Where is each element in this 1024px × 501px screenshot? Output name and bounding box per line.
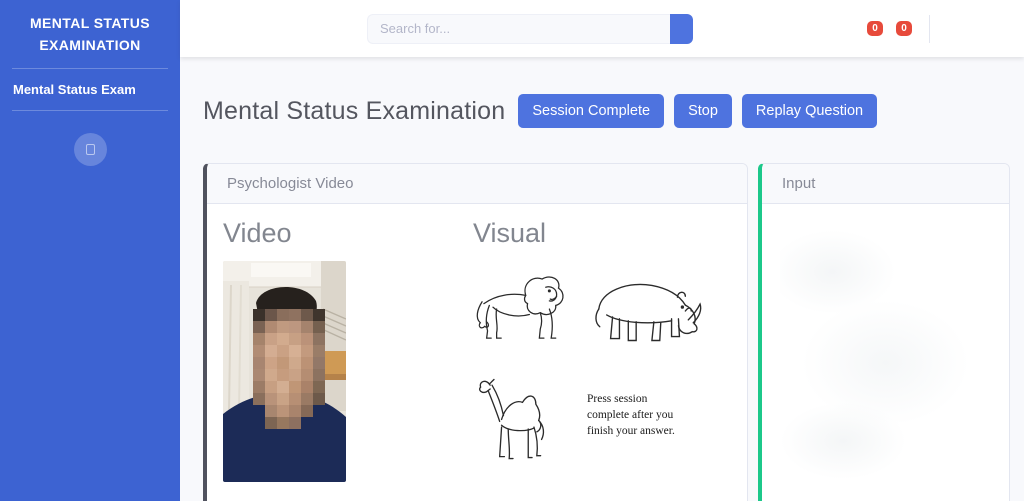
rhinoceros-drawing <box>587 267 705 355</box>
sidebar: MENTAL STATUS EXAMINATION Mental Status … <box>0 0 180 501</box>
video-section: Video <box>223 216 473 482</box>
sidebar-brand[interactable]: MENTAL STATUS EXAMINATION <box>0 0 180 68</box>
session-complete-button[interactable]: Session Complete <box>518 94 664 128</box>
app-window: MENTAL STATUS EXAMINATION Mental Status … <box>0 0 1024 501</box>
stop-button[interactable]: Stop <box>674 94 732 128</box>
input-card-header: Input <box>762 164 1009 204</box>
topbar: 0 0 <box>180 0 1024 57</box>
video-section-title: Video <box>223 218 473 249</box>
alerts-count-badge[interactable]: 0 <box>867 21 883 36</box>
visual-instruction-note: Press session complete after you finish … <box>587 391 679 465</box>
sidebar-toggle-area <box>0 111 180 166</box>
sidebar-toggle-button[interactable] <box>74 133 107 166</box>
camel-drawing <box>473 373 573 465</box>
page-content: Mental Status Examination Session Comple… <box>180 57 1024 501</box>
faint-input-preview <box>780 220 991 480</box>
square-outline-icon <box>86 144 95 155</box>
search-input[interactable] <box>367 14 670 44</box>
main-column: 0 0 Mental Status Examination Session Co… <box>180 0 1024 501</box>
lion-drawing <box>473 267 573 352</box>
webcam-video-frame <box>223 261 346 482</box>
psychologist-video-card-body: Video <box>207 204 747 494</box>
input-card-body <box>762 204 1009 496</box>
search-button[interactable] <box>670 14 693 44</box>
messages-count-badge[interactable]: 0 <box>896 21 912 36</box>
visual-stimulus-images: Press session complete after you finish … <box>473 261 731 465</box>
topbar-icons: 0 0 <box>867 15 930 43</box>
visual-section: Visual <box>473 216 731 482</box>
sidebar-item-mental-status-exam[interactable]: Mental Status Exam <box>0 69 180 110</box>
replay-question-button[interactable]: Replay Question <box>742 94 877 128</box>
visual-section-title: Visual <box>473 218 731 249</box>
page-title: Mental Status Examination <box>203 97 505 126</box>
topbar-divider <box>929 15 930 43</box>
psychologist-video-card-header: Psychologist Video <box>207 164 747 204</box>
search-form <box>367 14 693 44</box>
psychologist-video-card: Psychologist Video Video <box>203 163 748 501</box>
input-card: Input <box>758 163 1010 501</box>
cards-row: Psychologist Video Video <box>203 163 1010 501</box>
page-header: Mental Status Examination Session Comple… <box>203 94 1010 128</box>
